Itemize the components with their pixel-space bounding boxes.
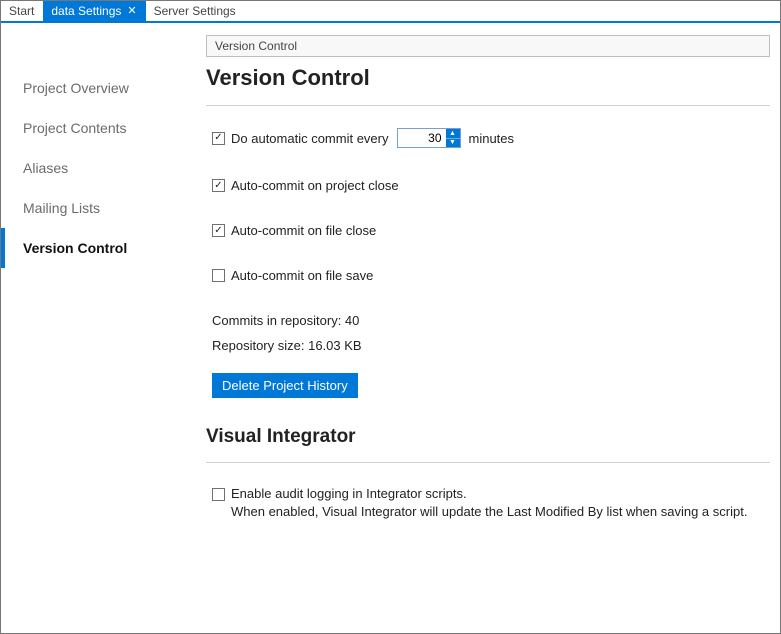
auto-commit-interval-row: Do automatic commit every ▲ ▼ minutes	[212, 128, 770, 148]
tab-server-settings[interactable]: Server Settings	[146, 1, 245, 21]
auto-commit-file-close-checkbox[interactable]	[212, 224, 225, 237]
close-icon[interactable]: ✕	[127, 6, 136, 17]
repository-size: Repository size: 16.03 KB	[212, 338, 770, 353]
sidebar-item-label: Project Overview	[23, 80, 129, 96]
auto-commit-file-close-row: Auto-commit on file close	[212, 223, 770, 238]
sidebar-item-mailing-lists[interactable]: Mailing Lists	[1, 188, 206, 228]
tab-label: Server Settings	[154, 4, 236, 18]
interval-input[interactable]	[398, 129, 446, 147]
body: Project Overview Project Contents Aliase…	[1, 23, 780, 633]
auto-commit-file-save-checkbox[interactable]	[212, 269, 225, 282]
auto-commit-project-close-checkbox[interactable]	[212, 179, 225, 192]
visual-integrator-title: Visual Integrator	[206, 426, 770, 448]
tab-start[interactable]: Start	[1, 1, 43, 21]
hint-line2: When enabled, Visual Integrator will upd…	[231, 503, 747, 521]
interval-spinner: ▲ ▼	[397, 128, 461, 148]
tab-strip: Start data Settings ✕ Server Settings	[1, 1, 780, 23]
version-control-section: Do automatic commit every ▲ ▼ minutes Au…	[206, 105, 770, 426]
tab-data-settings[interactable]: data Settings ✕	[43, 1, 145, 21]
sidebar-item-label: Version Control	[23, 240, 127, 256]
page-title: Version Control	[206, 65, 770, 91]
sidebar-item-label: Mailing Lists	[23, 200, 100, 216]
audit-logging-row: Enable audit logging in Integrator scrip…	[212, 485, 770, 521]
spinner-up-icon[interactable]: ▲	[446, 129, 460, 139]
content: Version Control Version Control Do autom…	[206, 23, 780, 633]
spinner-buttons: ▲ ▼	[446, 129, 460, 147]
hint-line1: Enable audit logging in Integrator scrip…	[231, 485, 747, 503]
tab-label: data Settings	[51, 4, 121, 18]
visual-integrator-section: Enable audit logging in Integrator scrip…	[206, 462, 770, 541]
delete-history-button[interactable]: Delete Project History	[212, 373, 358, 398]
audit-logging-checkbox[interactable]	[212, 488, 225, 501]
sidebar-item-project-overview[interactable]: Project Overview	[1, 68, 206, 108]
sidebar-item-label: Aliases	[23, 160, 68, 176]
auto-commit-label-pre: Do automatic commit every	[231, 131, 389, 146]
breadcrumb[interactable]: Version Control	[206, 35, 770, 57]
sidebar-item-project-contents[interactable]: Project Contents	[1, 108, 206, 148]
tab-label: Start	[9, 4, 34, 18]
auto-commit-label-post: minutes	[469, 131, 515, 146]
spinner-down-icon[interactable]: ▼	[446, 139, 460, 148]
sidebar-item-label: Project Contents	[23, 120, 127, 136]
commits-count: Commits in repository: 40	[212, 313, 770, 328]
auto-commit-file-save-row: Auto-commit on file save	[212, 268, 770, 283]
checkbox-label: Auto-commit on file save	[231, 268, 373, 283]
audit-logging-hint: Enable audit logging in Integrator scrip…	[231, 485, 747, 521]
sidebar: Project Overview Project Contents Aliase…	[1, 23, 206, 633]
checkbox-label: Auto-commit on file close	[231, 223, 376, 238]
auto-commit-interval-checkbox[interactable]	[212, 132, 225, 145]
checkbox-label: Auto-commit on project close	[231, 178, 399, 193]
auto-commit-project-close-row: Auto-commit on project close	[212, 178, 770, 193]
sidebar-item-aliases[interactable]: Aliases	[1, 148, 206, 188]
settings-window: Start data Settings ✕ Server Settings Pr…	[0, 0, 781, 634]
sidebar-item-version-control[interactable]: Version Control	[1, 228, 206, 268]
